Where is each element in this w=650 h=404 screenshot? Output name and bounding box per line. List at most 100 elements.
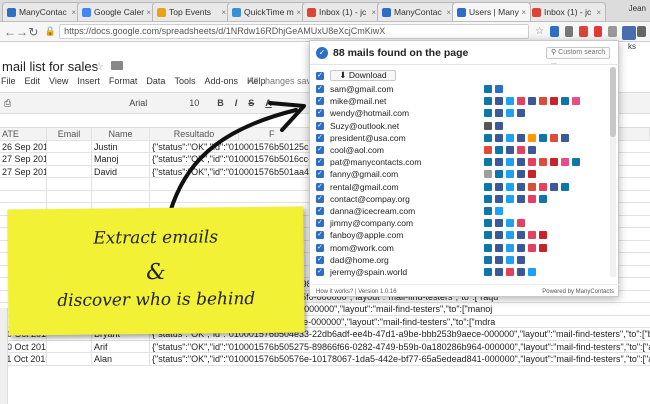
social-network-icon[interactable]	[484, 231, 492, 240]
social-network-icon[interactable]	[506, 133, 514, 142]
table-cell[interactable]: {"status":"OK","id":"010001576b505275-89…	[150, 341, 650, 354]
extension-icon[interactable]	[579, 26, 588, 37]
social-network-icon[interactable]	[484, 170, 492, 179]
browser-tab[interactable]: Users | Many ×	[452, 2, 531, 21]
table-cell[interactable]	[47, 140, 92, 153]
social-network-icon[interactable]	[484, 194, 492, 203]
social-network-icon[interactable]	[539, 182, 547, 191]
social-network-icon[interactable]	[528, 243, 536, 252]
social-network-icon[interactable]	[495, 207, 503, 215]
table-cell[interactable]	[47, 190, 92, 203]
menu-item-format[interactable]: Format	[109, 76, 138, 90]
social-network-icon[interactable]	[572, 158, 580, 167]
menu-item-tools[interactable]: Tools	[174, 76, 195, 90]
social-network-icon[interactable]	[506, 194, 514, 203]
social-network-icon[interactable]	[539, 133, 547, 142]
social-network-icon[interactable]	[517, 219, 525, 228]
strikethrough-button[interactable]: S	[248, 98, 254, 108]
tab-close-icon[interactable]: ×	[596, 8, 601, 17]
tab-close-icon[interactable]: ×	[521, 8, 526, 17]
social-network-icon[interactable]	[561, 133, 569, 142]
browser-tab[interactable]: QuickTime m ×	[227, 2, 306, 21]
social-network-icon[interactable]	[517, 97, 525, 106]
social-network-icon[interactable]	[528, 231, 536, 240]
back-icon[interactable]: ←	[4, 25, 16, 39]
bold-button[interactable]: B	[217, 98, 224, 108]
social-network-icon[interactable]	[517, 158, 525, 167]
forward-icon[interactable]: →	[16, 25, 28, 39]
menu-item-edit[interactable]: Edit	[25, 76, 41, 90]
social-network-icon[interactable]	[517, 231, 525, 240]
tab-close-icon[interactable]: ×	[146, 8, 151, 17]
social-network-icon[interactable]	[484, 146, 492, 154]
text-color-button[interactable]: A	[265, 98, 272, 108]
social-network-icon[interactable]	[484, 85, 492, 93]
star-icon[interactable]: ☆	[94, 60, 104, 73]
table-cell[interactable]	[92, 178, 150, 191]
social-network-icon[interactable]	[484, 97, 492, 106]
email-checkbox[interactable]: ✓	[316, 97, 324, 106]
social-network-icon[interactable]	[550, 182, 558, 191]
browser-tab[interactable]: Google Calen ×	[77, 2, 156, 21]
italic-button[interactable]: I	[235, 98, 238, 108]
social-network-icon[interactable]	[495, 219, 503, 228]
social-network-icon[interactable]	[484, 133, 492, 142]
email-checkbox[interactable]: ✓	[316, 268, 324, 276]
custom-search-input[interactable]: ⚲ Custom search ...	[546, 47, 610, 66]
download-button[interactable]: ⬇ Download	[330, 70, 396, 81]
social-network-icon[interactable]	[495, 97, 503, 106]
social-network-icon[interactable]	[506, 231, 514, 240]
social-network-icon[interactable]	[506, 182, 514, 191]
social-network-icon[interactable]	[517, 182, 525, 191]
select-all-checkbox[interactable]: ✓	[316, 72, 324, 80]
table-cell[interactable]	[47, 353, 92, 366]
social-network-icon[interactable]	[528, 182, 536, 191]
social-network-icon[interactable]	[517, 268, 525, 276]
social-network-icon[interactable]	[495, 170, 503, 179]
email-checkbox[interactable]: ✓	[316, 158, 324, 167]
table-cell[interactable]	[47, 340, 92, 353]
social-network-icon[interactable]	[506, 97, 514, 106]
social-network-icon[interactable]	[506, 255, 514, 264]
social-network-icon[interactable]	[506, 109, 514, 118]
print-icon[interactable]: ⎙	[4, 98, 11, 109]
social-network-icon[interactable]	[528, 146, 536, 154]
tab-close-icon[interactable]: ×	[221, 8, 226, 17]
social-network-icon[interactable]	[561, 182, 569, 191]
social-network-icon[interactable]	[572, 97, 580, 106]
social-network-icon[interactable]	[517, 255, 525, 264]
social-network-icon[interactable]	[506, 170, 514, 179]
social-network-icon[interactable]	[517, 133, 525, 142]
table-cell[interactable]	[47, 153, 92, 166]
browser-tab[interactable]: Inbox (1) - jc ×	[527, 2, 606, 21]
email-checkbox[interactable]: ✓	[316, 109, 324, 118]
browser-tab[interactable]: Inbox (1) - jc ×	[302, 2, 381, 21]
email-checkbox[interactable]: ✓	[316, 255, 324, 264]
social-network-icon[interactable]	[495, 182, 503, 191]
address-bar[interactable]: https://docs.google.com/spreadsheets/d/1…	[59, 24, 530, 39]
social-network-icon[interactable]	[528, 97, 536, 106]
email-checkbox[interactable]: ✓	[316, 146, 324, 154]
email-checkbox[interactable]: ✓	[316, 219, 324, 228]
social-network-icon[interactable]	[484, 268, 492, 276]
column-header[interactable]: Resultado	[150, 128, 239, 141]
social-network-icon[interactable]	[484, 219, 492, 228]
social-network-icon[interactable]	[506, 268, 514, 276]
social-network-icon[interactable]	[550, 97, 558, 106]
table-cell[interactable]: Justin	[92, 140, 150, 153]
social-network-icon[interactable]	[484, 109, 492, 118]
social-network-icon[interactable]	[495, 85, 503, 93]
social-network-icon[interactable]	[517, 146, 525, 154]
column-header[interactable]: Name	[92, 128, 150, 141]
social-network-icon[interactable]	[484, 255, 492, 264]
table-cell[interactable]: 27 Sep 2016	[0, 153, 47, 166]
browser-tab[interactable]: ManyContac ×	[377, 2, 456, 21]
social-network-icon[interactable]	[495, 268, 503, 276]
menu-icon[interactable]	[637, 26, 647, 37]
social-network-icon[interactable]	[528, 133, 536, 142]
social-network-icon[interactable]	[506, 158, 514, 167]
tab-close-icon[interactable]: ×	[71, 8, 76, 17]
social-network-icon[interactable]	[539, 194, 547, 203]
social-network-icon[interactable]	[528, 170, 536, 179]
column-header[interactable]: ATE	[0, 128, 47, 141]
